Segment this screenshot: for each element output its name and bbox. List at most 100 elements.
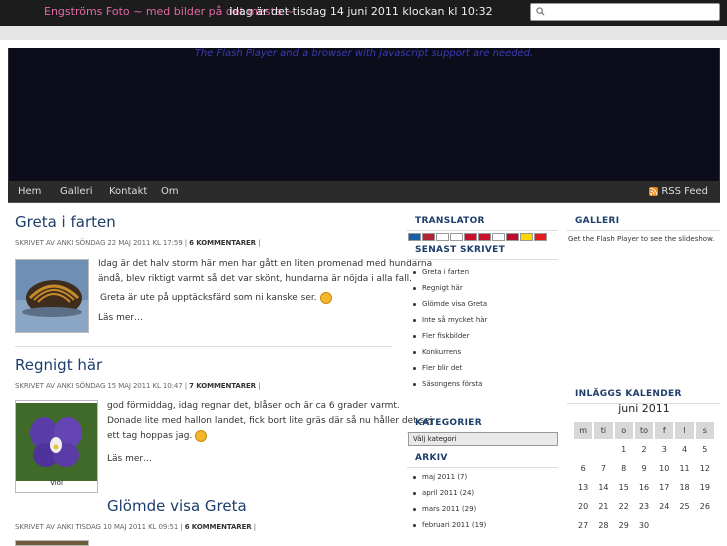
- post-title[interactable]: Greta i farten: [15, 213, 116, 231]
- calendar-day-header: s: [695, 422, 714, 439]
- calendar-day: 2: [641, 445, 647, 454]
- flag-ukraine-icon[interactable]: [520, 233, 533, 241]
- archive-list: maj 2011 (7) april 2011 (24) mars 2011 (…: [407, 469, 558, 533]
- calendar-day: 12: [699, 464, 710, 473]
- calendar-day: 24: [659, 502, 670, 511]
- calendar-day: 5: [702, 445, 708, 454]
- header-strip: [0, 26, 727, 40]
- calendar-day: [594, 441, 612, 458]
- rss-link[interactable]: RSS Feed: [649, 186, 708, 197]
- post-meta: SKRIVET AV ANKI TISDAG 10 MAJ 2011 KL 09…: [15, 523, 256, 531]
- flag-sweden-icon[interactable]: [408, 233, 421, 241]
- flag-norway-icon[interactable]: [506, 233, 519, 241]
- calendar-day: 15: [618, 483, 629, 492]
- latest-item[interactable]: Greta i farten: [413, 264, 558, 280]
- calendar-day: 16: [638, 483, 650, 492]
- calendar-day: [655, 517, 673, 534]
- search-input[interactable]: [549, 5, 717, 19]
- divider: [15, 346, 392, 347]
- archive-item[interactable]: april 2011 (24): [413, 485, 558, 501]
- read-more-link[interactable]: Läs mer…: [107, 454, 152, 464]
- post-meta-sep: |: [253, 523, 256, 531]
- flag-usa-icon[interactable]: [422, 233, 435, 241]
- latest-item[interactable]: Säsongens första: [413, 376, 558, 392]
- latest-item[interactable]: Inte så mycket här: [413, 312, 558, 328]
- calendar-day: 9: [641, 464, 647, 473]
- nav-about[interactable]: Om: [161, 186, 179, 197]
- calendar-day: 23: [638, 502, 650, 511]
- calendar-day: 1: [621, 445, 627, 454]
- calendar-day: 3: [661, 445, 667, 454]
- archive-item[interactable]: februari 2011 (19): [413, 517, 558, 533]
- calendar-table: m ti o to f l s 12345 6 7 8 9 10 11 12 13 14 15 1…: [572, 420, 716, 536]
- calendar-day: 18: [679, 483, 690, 492]
- comments-link[interactable]: 7 KOMMENTARER: [189, 382, 256, 390]
- snail-photo: [16, 260, 88, 332]
- flag-japan-icon[interactable]: [450, 233, 463, 241]
- calendar-day: 10: [659, 464, 670, 473]
- read-more-link[interactable]: Läs mer…: [98, 313, 143, 323]
- calendar-day: [696, 517, 714, 534]
- comments-link[interactable]: 6 KOMMENTARER: [185, 523, 252, 531]
- post-title[interactable]: Regnigt här: [15, 356, 102, 374]
- main-nav: Hem Galleri Kontakt Om RSS Feed: [8, 181, 720, 203]
- search-box[interactable]: [530, 3, 720, 21]
- date-text: idag är det tisdag 14 juni 2011 klockan …: [229, 5, 493, 18]
- latest-list: Greta i farten Regnigt här Glömde visa G…: [407, 260, 558, 392]
- archive-item[interactable]: maj 2011 (7): [413, 469, 558, 485]
- calendar-day-header: o: [614, 422, 633, 439]
- sidebar-right: GALLERI Get the Flash Player to see the …: [567, 212, 720, 247]
- calendar-day: [574, 441, 592, 458]
- post-image-snail[interactable]: [15, 259, 89, 333]
- category-select[interactable]: Välj kategori: [408, 432, 558, 446]
- flag-albania-icon[interactable]: [534, 233, 547, 241]
- excerpt-line: Idag är det halv storm här men har gått …: [98, 259, 433, 269]
- search-icon: [536, 7, 545, 16]
- latest-item[interactable]: Fler fiskbilder: [413, 328, 558, 344]
- calendar-day-header: l: [675, 422, 694, 439]
- calendar-day: 7: [600, 464, 606, 473]
- calendar-day: 17: [659, 483, 670, 492]
- latest-item[interactable]: Regnigt här: [413, 280, 558, 296]
- calendar-day-header: to: [634, 422, 654, 439]
- latest-item[interactable]: Konkurrens: [413, 344, 558, 360]
- post-meta-sep: |: [258, 239, 261, 247]
- excerpt-line: ett tag hoppas jag.: [107, 431, 193, 441]
- nav-home[interactable]: Hem: [18, 186, 41, 197]
- calendar-day: 28: [598, 521, 609, 530]
- post-meta-text: SKRIVET AV ANKI SÖNDAG 15 MAJ 2011 KL 10…: [15, 382, 187, 390]
- post-meta-text: SKRIVET AV ANKI TISDAG 10 MAJ 2011 KL 09…: [15, 523, 183, 531]
- post-image-violet[interactable]: Viol: [15, 400, 98, 493]
- calendar-day: 21: [598, 502, 609, 511]
- top-bar: Engströms Foto ~ med bilder på det mesta…: [0, 0, 727, 26]
- calendar-day: 14: [598, 483, 609, 492]
- calendar-month: juni 2011: [618, 402, 670, 415]
- post-title[interactable]: Glömde visa Greta: [107, 497, 247, 515]
- latest-item[interactable]: Fler blir det: [413, 360, 558, 376]
- calendar-day: 6: [580, 464, 586, 473]
- calendar-day-header: m: [574, 422, 593, 439]
- post-image[interactable]: [15, 540, 89, 546]
- gallery-message: Get the Flash Player to see the slidesho…: [568, 235, 715, 243]
- nav-gallery[interactable]: Galleri: [60, 186, 92, 197]
- calendar-day: 11: [679, 464, 690, 473]
- calendar-day: 29: [618, 521, 629, 530]
- flag-france-icon[interactable]: [436, 233, 449, 241]
- post-excerpt: god förmiddag, idag regnar det, blåser o…: [107, 399, 432, 444]
- nav-contact[interactable]: Kontakt: [109, 186, 147, 197]
- gallery-title: GALLERI: [567, 212, 720, 231]
- comments-link[interactable]: 6 KOMMENTARER: [189, 239, 256, 247]
- archive-item[interactable]: mars 2011 (29): [413, 501, 558, 517]
- post-meta: SKRIVET AV ANKI SÖNDAG 22 MAJ 2011 KL 17…: [15, 239, 260, 247]
- calendar-day: 13: [578, 483, 589, 492]
- flag-denmark-icon[interactable]: [478, 233, 491, 241]
- flag-netherlands-icon[interactable]: [464, 233, 477, 241]
- flag-finland-icon[interactable]: [492, 233, 505, 241]
- rss-icon: [649, 187, 659, 196]
- excerpt-line: Donade lite med hallon landet, fick bort…: [107, 416, 433, 426]
- latest-item[interactable]: Glömde visa Greta: [413, 296, 558, 312]
- post-meta: SKRIVET AV ANKI SÖNDAG 15 MAJ 2011 KL 10…: [15, 382, 260, 390]
- violet-photo: [16, 403, 97, 481]
- calendar-day: 26: [699, 502, 710, 511]
- excerpt-line: Greta är ute på upptäcksfärd som ni kans…: [100, 293, 317, 303]
